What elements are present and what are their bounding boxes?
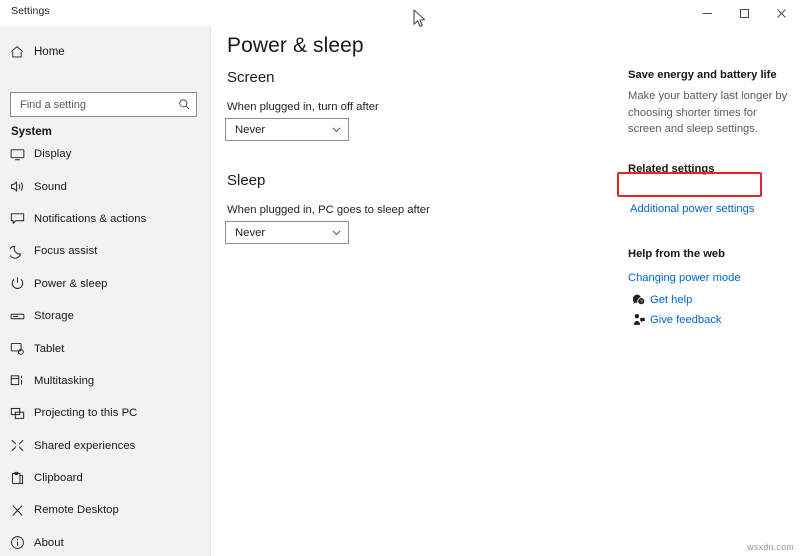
search-input[interactable] [11,93,172,116]
remote-desktop-icon [0,503,34,518]
project-icon [0,406,34,421]
sidebar-item-label: Power & sleep [34,277,108,290]
sidebar-item-shared-experiences[interactable]: Shared experiences [0,430,211,462]
monitor-icon [0,147,34,162]
search-box[interactable] [10,92,197,117]
changing-power-mode-link[interactable]: Changing power mode [628,272,741,284]
give-feedback-row[interactable]: Give feedback [628,311,722,329]
sleep-after-value: Never [235,226,266,239]
sidebar-group-title: System [11,126,52,138]
svg-text:?: ? [640,299,643,305]
highlight-box [617,172,762,197]
multitask-icon [0,373,34,388]
sidebar-item-label: Shared experiences [34,439,136,452]
sleep-after-label: When plugged in, PC goes to sleep after [227,204,430,216]
screen-turn-off-value: Never [235,123,266,136]
maximize-button[interactable] [726,0,763,26]
tablet-icon [0,341,34,356]
window-controls [689,0,800,26]
sidebar-item-label: Display [34,148,72,161]
power-icon [0,276,34,291]
close-button[interactable] [763,0,800,26]
sidebar-item-label: About [34,536,64,549]
sidebar-item-label: Notifications & actions [34,212,147,225]
maximize-icon [739,8,750,19]
close-icon [776,8,787,19]
home-icon [0,45,34,59]
moon-icon [0,244,34,259]
sidebar-item-power-sleep[interactable]: Power & sleep [0,268,211,300]
info-icon [0,535,34,550]
sidebar-item-label: Multitasking [34,374,95,387]
sidebar-item-label: Projecting to this PC [34,407,138,420]
save-energy-body: Make your battery last longer by choosin… [628,90,788,135]
sidebar-item-display[interactable]: Display [0,138,211,170]
sidebar-item-label: Remote Desktop [34,504,119,517]
settings-window: Settings Home Find a setting System Disp… [0,0,800,556]
minimize-icon [702,8,713,19]
sidebar-item-multitasking[interactable]: Multitasking [0,365,211,397]
clipboard-icon [0,471,34,486]
help-from-web-heading: Help from the web [628,248,725,260]
right-info-pane: Save energy and battery life Make your b… [617,26,800,556]
watermark: wsxdn.com [747,542,794,552]
sidebar-item-label: Sound [34,180,67,193]
search-icon[interactable] [172,98,196,111]
window-title: Settings [11,5,50,17]
sidebar-item-label: Tablet [34,342,65,355]
sidebar-item-sound[interactable]: Sound [0,170,211,202]
get-help-row[interactable]: ? Get help [628,291,692,309]
screen-turn-off-label: When plugged in, turn off after [227,101,379,113]
sidebar-item-about[interactable]: About [0,527,211,556]
sidebar-item-tablet[interactable]: Tablet [0,332,211,364]
sidebar-item-label: Storage [34,310,74,323]
chevron-down-icon [324,124,348,135]
sidebar-item-focus-assist[interactable]: Focus assist [0,235,211,267]
related-settings-heading: Related settings [628,163,715,175]
get-help-label[interactable]: Get help [650,294,692,306]
minimize-button[interactable] [689,0,726,26]
question-bubble-icon: ? [628,293,650,307]
feedback-icon [628,313,650,327]
screen-section-heading: Screen [227,69,275,86]
share-icon [0,438,34,453]
sidebar-item-remote-desktop[interactable]: Remote Desktop [0,494,211,526]
sidebar-item-label: Focus assist [34,245,98,258]
sidebar: Home System Display [0,26,211,556]
notification-icon [0,211,34,226]
sidebar-nav-list: Display Sound Notifications & actions Fo… [0,138,211,556]
chevron-down-icon [324,227,348,238]
page-title: Power & sleep [227,34,364,57]
give-feedback-label[interactable]: Give feedback [650,314,722,326]
save-energy-heading: Save energy and battery life [628,69,777,81]
sidebar-item-notifications-actions[interactable]: Notifications & actions [0,203,211,235]
sleep-section-heading: Sleep [227,172,266,189]
speaker-icon [0,179,34,194]
sidebar-item-clipboard[interactable]: Clipboard [0,462,211,494]
additional-power-settings-link[interactable]: Additional power settings [630,203,754,215]
sleep-after-dropdown[interactable]: Never [225,221,349,244]
sidebar-item-home[interactable]: Home [0,38,211,66]
drive-icon [0,309,34,324]
sidebar-item-storage[interactable]: Storage [0,300,211,332]
screen-turn-off-dropdown[interactable]: Never [225,118,349,141]
sidebar-item-projecting-to-this-pc[interactable]: Projecting to this PC [0,397,211,429]
sidebar-home-label: Home [34,46,65,58]
sidebar-item-label: Clipboard [34,472,83,485]
title-bar: Settings [0,0,800,26]
